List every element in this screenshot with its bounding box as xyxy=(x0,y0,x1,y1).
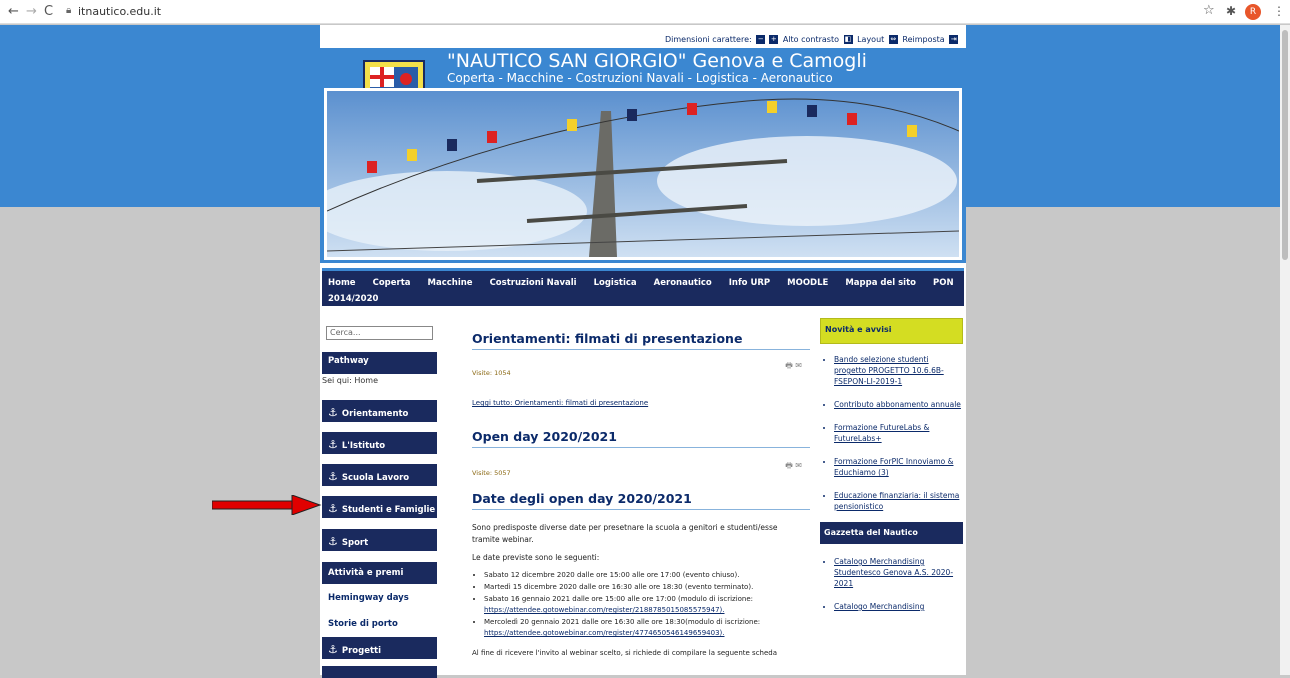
gazette-heading: Gazzetta del Nautico xyxy=(820,522,963,544)
anchor-icon: ⚓︎ xyxy=(328,502,338,515)
menu-item[interactable]: Mappa del sito xyxy=(845,278,916,288)
news-link[interactable]: Formazione FutureLabs & FutureLabs+ xyxy=(834,422,963,444)
bookmark-star-icon[interactable]: ☆ xyxy=(1203,3,1215,18)
lock-icon: 🔒︎ xyxy=(66,5,72,16)
anchor-icon: ⚓︎ xyxy=(328,470,338,483)
font-increase-icon[interactable]: + xyxy=(769,35,779,44)
date-item: Sabato 16 gennaio 2021 dalle ore 15:00 a… xyxy=(484,594,810,616)
reset-label[interactable]: Reimposta xyxy=(902,35,944,44)
date-text: Sabato 16 gennaio 2021 dalle ore 15:00 a… xyxy=(484,595,754,603)
accessibility-tools: Dimensioni carattere: − + Alto contrasto … xyxy=(665,35,960,44)
search-input[interactable]: Cerca... xyxy=(326,326,433,340)
date-text: Mercoledì 20 gennaio 2021 dalle ore 16:3… xyxy=(484,618,761,626)
read-more-link[interactable]: Leggi tutto: Orientamenti: filmati di pr… xyxy=(472,399,810,407)
menu-item[interactable]: MOODLE xyxy=(787,278,828,288)
main-navigation: Home Coperta Macchine Costruzioni Navali Log… xyxy=(322,268,964,306)
sidebar-item-label: L'Istituto xyxy=(341,441,386,451)
news-link[interactable]: Formazione ForPIC Innoviamo & Educhiamo … xyxy=(834,456,963,478)
visit-count-2: Visite: 5057 xyxy=(472,469,511,477)
print-email-icons-2[interactable]: 🖶 ✉ xyxy=(785,460,802,474)
main-content: Orientamenti: filmati di presentazione V… xyxy=(472,325,810,659)
layout-label[interactable]: Layout xyxy=(857,35,884,44)
profile-avatar[interactable]: R xyxy=(1245,4,1261,20)
menu-item[interactable]: Logistica xyxy=(594,278,637,288)
sidebar-item-next[interactable] xyxy=(322,666,437,678)
date-item: Mercoledì 20 gennaio 2021 dalle ore 16:3… xyxy=(484,617,810,639)
sidebar-item[interactable]: ⚓︎ Sport xyxy=(322,529,437,551)
anchor-icon: ⚓︎ xyxy=(328,535,338,548)
reset-icon[interactable]: ⇥ xyxy=(949,35,959,44)
date-item: Sabato 12 dicembre 2020 dalle ore 15:00 … xyxy=(484,570,810,581)
sidebar-item-label: Orientamento xyxy=(341,409,409,419)
site-subtitle: Coperta - Macchine - Costruzioni Navali … xyxy=(447,71,833,85)
sidebar-item[interactable]: ⚓︎ Studenti e Famiglie xyxy=(322,496,437,518)
date-item: Martedì 15 dicembre 2020 dalle ore 16:30… xyxy=(484,582,810,593)
breadcrumb: Sei qui: Home xyxy=(322,376,378,385)
date-text: Sabato 12 dicembre 2020 dalle ore 15:00 … xyxy=(484,571,740,579)
date-text: Martedì 15 dicembre 2020 dalle ore 16:30… xyxy=(484,583,754,591)
font-size-label: Dimensioni carattere: xyxy=(665,35,752,44)
gazette-link[interactable]: Catalogo Merchandising Studentesco Genov… xyxy=(834,556,963,589)
menu-item[interactable]: PON xyxy=(933,278,954,288)
registration-link[interactable]: https://attendee.gotowebinar.com/registe… xyxy=(484,629,725,637)
menu-item[interactable]: Info URP xyxy=(729,278,770,288)
news-heading: Novità e avvisi xyxy=(820,318,963,344)
red-arrow-annotation xyxy=(212,495,322,515)
right-column: Novità e avvisi Bando selezione studenti… xyxy=(820,318,963,624)
footer-text: Al fine di ricevere l'invito al webinar … xyxy=(472,649,778,657)
article-title-dates[interactable]: Date degli open day 2020/2021 xyxy=(472,491,810,510)
browser-menu-icon[interactable]: ⋮ xyxy=(1273,4,1285,18)
sidebar-item-label: Progetti xyxy=(341,646,382,656)
anchor-icon: ⚓︎ xyxy=(328,643,338,656)
sidebar-item-storie[interactable]: Storie di porto xyxy=(322,614,437,634)
scrollbar-thumb[interactable] xyxy=(1282,30,1288,260)
menu-item[interactable]: Home xyxy=(328,278,356,288)
sidebar-item-attivita[interactable]: Attività e premi xyxy=(322,562,437,584)
sidebar-item-progetti[interactable]: ⚓︎ Progetti xyxy=(322,637,437,659)
menu-item[interactable]: Macchine xyxy=(428,278,473,288)
intro-text: Sono predisposte diverse date per preset… xyxy=(472,523,778,544)
sidebar-item[interactable]: ⚓︎ L'Istituto xyxy=(322,432,437,454)
menu-item[interactable]: Aeronautico xyxy=(654,278,712,288)
anchor-icon: ⚓︎ xyxy=(328,406,338,419)
article-title[interactable]: Orientamenti: filmati di presentazione xyxy=(472,331,810,350)
browser-toolbar: ← → C 🔒︎ itnautico.edu.it ☆ ✱ R ⋮ xyxy=(0,0,1290,24)
contrast-label[interactable]: Alto contrasto xyxy=(783,35,839,44)
menu-item[interactable]: Coperta xyxy=(373,278,411,288)
sidebar-item-label: Scuola Lavoro xyxy=(341,473,410,483)
contrast-icon[interactable]: ◧ xyxy=(843,35,853,44)
article-title-open-day[interactable]: Open day 2020/2021 xyxy=(472,429,810,448)
reload-icon[interactable]: C xyxy=(44,4,53,19)
font-decrease-icon[interactable]: − xyxy=(756,35,766,44)
pathway-heading: Pathway xyxy=(322,352,437,374)
intro-text-2: Le date previste sono le seguenti: xyxy=(472,553,600,562)
news-link[interactable]: Contributo abbonamento annuale xyxy=(834,399,963,410)
sidebar-item-label: Sport xyxy=(341,538,369,548)
gazette-link[interactable]: Catalogo Merchandising xyxy=(834,601,963,612)
extensions-icon[interactable]: ✱ xyxy=(1226,4,1236,18)
sidebar-item-label: Studenti e Famiglie xyxy=(341,505,436,515)
visit-count: Visite: 1054 xyxy=(472,369,511,377)
sidebar-item[interactable]: ⚓︎ Scuola Lavoro xyxy=(322,464,437,486)
sidebar-item-hemingway[interactable]: Hemingway days xyxy=(322,588,437,608)
menu-item-pon-wrap[interactable]: 2014/2020 xyxy=(328,291,958,307)
layout-icon[interactable]: ⇔ xyxy=(888,35,898,44)
forward-icon[interactable]: → xyxy=(26,4,37,19)
header-banner-image xyxy=(324,88,962,260)
menu-item[interactable]: Costruzioni Navali xyxy=(490,278,577,288)
news-link[interactable]: Educazione finanziaria: il sistema pensi… xyxy=(834,490,963,512)
news-link[interactable]: Bando selezione studenti progetto PROGET… xyxy=(834,354,963,387)
site-title: "NAUTICO SAN GIORGIO" Genova e Camogli xyxy=(447,50,867,72)
anchor-icon: ⚓︎ xyxy=(328,438,338,451)
address-bar[interactable]: itnautico.edu.it xyxy=(78,5,161,18)
sidebar-item[interactable]: ⚓︎ Orientamento xyxy=(322,400,437,422)
registration-link[interactable]: https://attendee.gotowebinar.com/registe… xyxy=(484,606,725,614)
print-email-icons[interactable]: 🖶 ✉ xyxy=(785,360,802,374)
back-icon[interactable]: ← xyxy=(8,4,19,19)
